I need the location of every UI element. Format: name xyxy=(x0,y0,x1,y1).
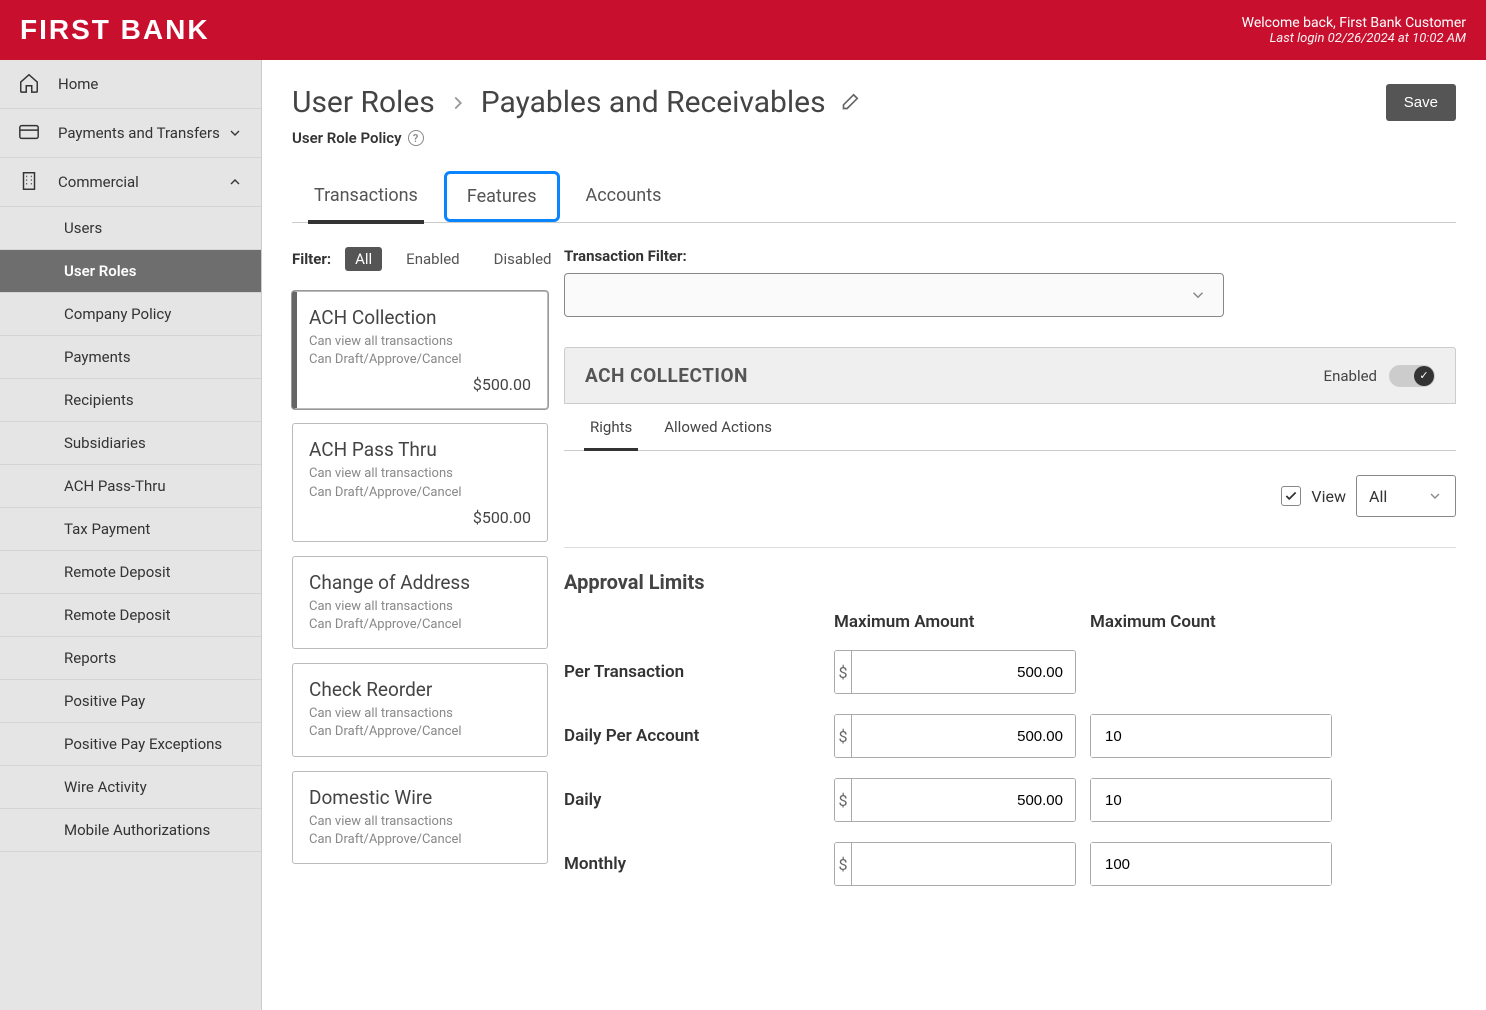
sidebar-item-positive-pay[interactable]: Positive Pay xyxy=(0,680,261,723)
filter-label: Filter: xyxy=(292,250,331,268)
home-icon xyxy=(18,72,42,96)
view-select[interactable]: All xyxy=(1356,475,1456,517)
breadcrumb: User Roles Payables and Receivables xyxy=(292,85,860,120)
sidebar-item-reports[interactable]: Reports xyxy=(0,637,261,680)
sidebar-item-company-policy[interactable]: Company Policy xyxy=(0,293,261,336)
filter-all[interactable]: All xyxy=(345,247,382,271)
sidebar: Home Payments and Transfers Commercial U… xyxy=(0,60,262,1010)
sidebar-item-payments[interactable]: Payments xyxy=(0,336,261,379)
sidebar-item-recipients[interactable]: Recipients xyxy=(0,379,261,422)
sidebar-item-ach-pass-thru[interactable]: ACH Pass-Thru xyxy=(0,465,261,508)
transaction-filter-label: Transaction Filter: xyxy=(564,247,1456,265)
welcome-text: Welcome back, First Bank Customer xyxy=(1242,15,1466,31)
main-tabs: Transactions Features Accounts xyxy=(292,171,1456,223)
breadcrumb-current: Payables and Receivables xyxy=(481,85,826,120)
nav-home[interactable]: Home xyxy=(0,60,261,109)
sidebar-item-wire-activity[interactable]: Wire Activity xyxy=(0,766,261,809)
sub-tab-allowed-actions[interactable]: Allowed Actions xyxy=(652,404,784,450)
breadcrumb-root[interactable]: User Roles xyxy=(292,85,435,120)
sidebar-item-positive-pay-exceptions[interactable]: Positive Pay Exceptions xyxy=(0,723,261,766)
tab-accounts[interactable]: Accounts xyxy=(564,171,684,222)
transaction-filter-select[interactable] xyxy=(564,273,1224,317)
chevron-right-icon xyxy=(447,92,469,114)
card-icon xyxy=(18,121,42,145)
limit-monthly-amount[interactable]: $ xyxy=(834,842,1076,886)
sidebar-item-tax-payment[interactable]: Tax Payment xyxy=(0,508,261,551)
limit-monthly-label: Monthly xyxy=(564,854,820,874)
subtitle: User Role Policy ? xyxy=(292,129,1456,147)
enabled-toggle[interactable]: ✓ xyxy=(1389,365,1435,387)
nav-home-label: Home xyxy=(58,75,98,93)
limit-per-transaction-amount[interactable]: $ xyxy=(834,650,1076,694)
col-max-count: Maximum Count xyxy=(1090,612,1332,632)
app-header: FIRST BANK Welcome back, First Bank Cust… xyxy=(0,0,1486,60)
main-content: User Roles Payables and Receivables Save… xyxy=(262,60,1486,1010)
transaction-card-change-of-address[interactable]: Change of Address Can view all transacti… xyxy=(292,556,548,649)
chevron-up-icon xyxy=(227,174,243,190)
nav-payments[interactable]: Payments and Transfers xyxy=(0,109,261,158)
sidebar-item-remote-deposit-1[interactable]: Remote Deposit xyxy=(0,551,261,594)
last-login-text: Last login 02/26/2024 at 10:02 AM xyxy=(1242,31,1466,46)
detail-header: ACH COLLECTION Enabled ✓ xyxy=(564,347,1456,404)
logo: FIRST BANK xyxy=(20,14,210,46)
welcome-block: Welcome back, First Bank Customer Last l… xyxy=(1242,15,1466,46)
sidebar-item-user-roles[interactable]: User Roles xyxy=(0,250,261,293)
tab-features[interactable]: Features xyxy=(444,171,560,222)
sidebar-item-users[interactable]: Users xyxy=(0,207,261,250)
save-button[interactable]: Save xyxy=(1386,84,1456,121)
edit-icon[interactable] xyxy=(838,92,860,114)
view-checkbox[interactable] xyxy=(1281,486,1301,506)
transaction-card-ach-pass-thru[interactable]: ACH Pass Thru Can view all transactions … xyxy=(292,423,548,541)
info-icon[interactable]: ? xyxy=(408,130,424,146)
tab-transactions[interactable]: Transactions xyxy=(292,171,440,222)
nav-payments-label: Payments and Transfers xyxy=(58,124,220,142)
sidebar-item-mobile-authorizations[interactable]: Mobile Authorizations xyxy=(0,809,261,852)
limit-daily-per-account-count[interactable] xyxy=(1090,714,1332,758)
detail-title: ACH COLLECTION xyxy=(585,364,748,387)
limit-daily-per-account-amount[interactable]: $ xyxy=(834,714,1076,758)
transaction-card-check-reorder[interactable]: Check Reorder Can view all transactions … xyxy=(292,663,548,756)
sidebar-item-subsidiaries[interactable]: Subsidiaries xyxy=(0,422,261,465)
nav-commercial[interactable]: Commercial xyxy=(0,158,261,207)
view-label: View xyxy=(1311,487,1346,506)
filter-enabled[interactable]: Enabled xyxy=(396,247,469,271)
limit-daily-per-account-label: Daily Per Account xyxy=(564,726,820,746)
sidebar-item-remote-deposit-2[interactable]: Remote Deposit xyxy=(0,594,261,637)
filter-row: Filter: All Enabled Disabled xyxy=(292,247,548,271)
limit-monthly-count[interactable] xyxy=(1090,842,1332,886)
limit-per-transaction-label: Per Transaction xyxy=(564,662,820,682)
limit-daily-amount[interactable]: $ xyxy=(834,778,1076,822)
limit-daily-label: Daily xyxy=(564,790,820,810)
detail-sub-tabs: Rights Allowed Actions xyxy=(564,404,1456,451)
filter-disabled[interactable]: Disabled xyxy=(484,247,562,271)
building-icon xyxy=(18,170,42,194)
enabled-label: Enabled xyxy=(1324,367,1377,385)
approval-limits-title: Approval Limits xyxy=(564,570,1456,594)
transaction-card-domestic-wire[interactable]: Domestic Wire Can view all transactions … xyxy=(292,771,548,864)
transaction-card-ach-collection[interactable]: ACH Collection Can view all transactions… xyxy=(292,291,548,409)
limit-daily-count[interactable] xyxy=(1090,778,1332,822)
col-max-amount: Maximum Amount xyxy=(834,612,1076,632)
sub-tab-rights[interactable]: Rights xyxy=(578,404,644,450)
check-icon: ✓ xyxy=(1414,366,1434,386)
nav-commercial-label: Commercial xyxy=(58,173,139,191)
chevron-down-icon xyxy=(227,125,243,141)
